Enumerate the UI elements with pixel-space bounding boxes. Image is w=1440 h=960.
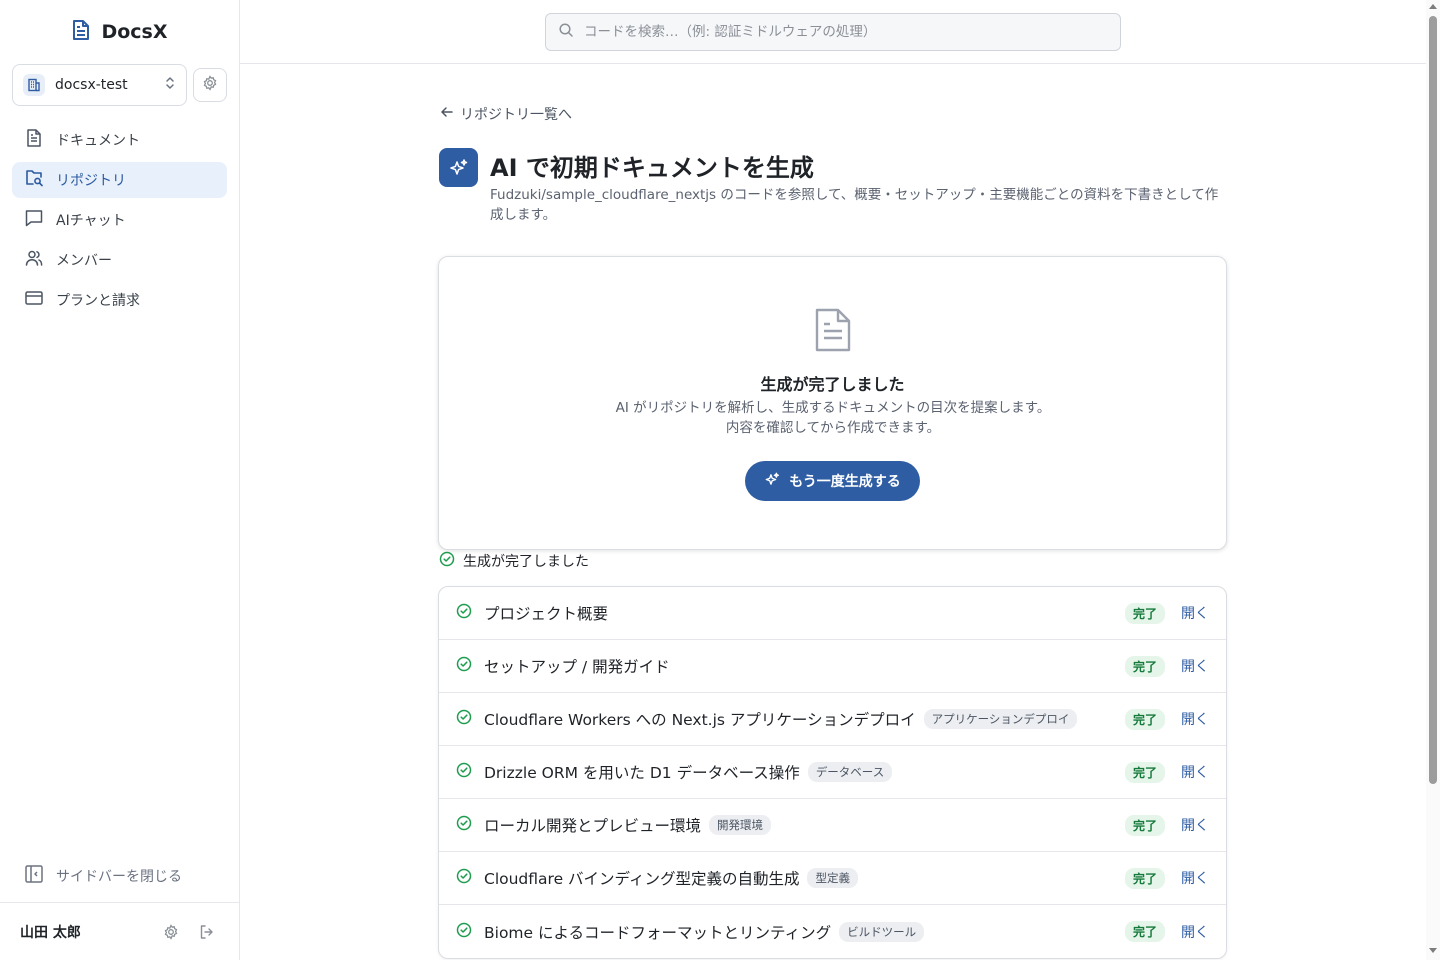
sidebar-item-documents[interactable]: ドキュメント [12,122,227,158]
check-circle-icon [456,603,472,623]
list-item: Cloudflare バインディング型定義の自動生成 型定義 完了 開く [439,852,1226,905]
list-item: Drizzle ORM を用いた D1 データベース操作 データベース 完了 開… [439,746,1226,799]
app-name: DocsX [101,21,168,43]
sidebar: DocsX docsx-test ドキュメント リポジトリ AIチャット メンバ… [0,0,240,960]
sidebar-item-billing[interactable]: プランと請求 [12,282,227,318]
doc-tag: 型定義 [807,868,858,888]
folder-search-icon [24,168,44,192]
user-footer: 山田 太郎 [0,902,239,960]
generation-status: 生成が完了しました [439,551,589,571]
gear-icon [202,75,218,95]
list-item: セットアップ / 開発ガイド 完了 開く [439,640,1226,693]
doc-title: Cloudflare Workers への Next.js アプリケーションデプ… [484,711,916,729]
open-doc-link[interactable]: 開く [1181,922,1209,942]
main-content: リポジトリ一覧へ AI で初期ドキュメントを生成 Fudzuki/sample_… [240,64,1426,960]
close-sidebar-button[interactable]: サイドバーを閉じる [12,858,227,894]
open-doc-link[interactable]: 開く [1181,709,1209,729]
check-circle-icon [456,815,472,835]
list-item: ローカル開発とプレビュー環境 開発環境 完了 開く [439,799,1226,852]
card-description: AI がリポジトリを解析し、生成するドキュメントの目次を提案します。内容を確認し… [615,400,1051,436]
open-doc-link[interactable]: 開く [1181,762,1209,782]
sparkles-icon [764,471,781,492]
list-item: プロジェクト概要 完了 開く [439,587,1226,640]
document-logo-icon [71,19,91,45]
status-badge: 完了 [1124,867,1165,889]
doc-tag: ビルドツール [839,921,925,942]
status-badge: 完了 [1124,814,1165,836]
check-circle-icon [456,709,472,729]
close-sidebar-label: サイドバーを閉じる [56,869,182,885]
workspace-select[interactable]: docsx-test [12,64,188,106]
regenerate-button-label: もう一度生成する [789,474,901,490]
sidebar-item-label: ドキュメント [56,133,140,149]
chat-bubble-icon [24,208,44,232]
document-icon [24,128,44,152]
sidebar-item-label: プランと請求 [56,293,140,309]
check-circle-icon [456,922,472,942]
status-badge: 完了 [1124,655,1165,677]
scroll-down-arrow-icon[interactable] [1429,948,1437,953]
search-input[interactable] [584,24,1108,40]
back-to-repositories-link[interactable]: リポジトリ一覧へ [440,104,572,124]
open-doc-link[interactable]: 開く [1181,603,1209,623]
status-text: 生成が完了しました [463,554,589,570]
status-badge: 完了 [1124,921,1165,942]
arrow-left-icon [440,105,454,123]
open-doc-link[interactable]: 開く [1181,815,1209,835]
doc-title: Biome によるコードフォーマットとリンティング [484,923,832,942]
building-icon [23,74,45,96]
workspace-settings-button[interactable] [193,68,227,102]
status-badge: 完了 [1124,708,1165,730]
search-icon [558,22,574,42]
check-circle-icon [456,762,472,782]
list-item: Biome によるコードフォーマットとリンティング ビルドツール 完了 開く [439,905,1226,958]
page-title: AI で初期ドキュメントを生成 [490,154,814,182]
scrollbar-thumb[interactable] [1429,16,1437,784]
sidebar-item-members[interactable]: メンバー [12,242,227,278]
doc-tag: 開発環境 [709,815,772,835]
page-scrollbar[interactable] [1426,0,1440,960]
doc-tag: アプリケーションデプロイ [923,709,1078,729]
back-link-label: リポジトリ一覧へ [460,107,572,123]
sidebar-item-ai-chat[interactable]: AIチャット [12,202,227,238]
sidebar-item-label: AIチャット [56,213,126,229]
user-name: 山田 太郎 [20,924,81,941]
topbar [240,0,1426,64]
doc-tag: データベース [807,762,893,782]
open-doc-link[interactable]: 開く [1181,868,1209,888]
check-circle-icon [439,551,455,571]
page-description: Fudzuki/sample_cloudflare_nextjs のコードを参照… [490,187,1219,223]
sidebar-collapse-icon [24,864,44,888]
code-search-box[interactable] [545,13,1121,51]
status-badge: 完了 [1124,602,1165,624]
sparkles-title-icon [439,148,478,187]
credit-card-icon [24,288,44,312]
list-item: Cloudflare Workers への Next.js アプリケーションデプ… [439,693,1226,746]
regenerate-button[interactable]: もう一度生成する [745,461,920,501]
open-doc-link[interactable]: 開く [1181,656,1209,676]
user-settings-gear-icon[interactable] [159,920,183,944]
card-title: 生成が完了しました [760,375,905,394]
document-icon [814,307,852,357]
doc-title: ローカル開発とプレビュー環境 [484,817,702,835]
sidebar-item-label: メンバー [56,253,112,269]
scroll-up-arrow-icon[interactable] [1429,4,1437,9]
workspace-name: docsx-test [55,77,128,93]
generated-docs-list: プロジェクト概要 完了 開く セットアップ / 開発ガイド 完了 開く Clou… [438,586,1227,959]
brand[interactable]: DocsX [0,0,239,64]
generation-card: 生成が完了しました AI がリポジトリを解析し、生成するドキュメントの目次を提案… [438,256,1227,550]
sidebar-nav: ドキュメント リポジトリ AIチャット メンバー プランと請求 [0,122,239,318]
doc-title: Cloudflare バインディング型定義の自動生成 [484,870,800,888]
status-badge: 完了 [1124,761,1165,783]
logout-icon[interactable] [195,920,219,944]
doc-title: プロジェクト概要 [484,605,609,623]
users-icon [24,248,44,272]
doc-title: Drizzle ORM を用いた D1 データベース操作 [484,764,800,782]
chevron-up-down-icon [164,75,176,95]
doc-title: セットアップ / 開発ガイド [484,658,670,676]
sidebar-item-repositories[interactable]: リポジトリ [12,162,227,198]
sidebar-item-label: リポジトリ [56,173,126,189]
check-circle-icon [456,868,472,888]
check-circle-icon [456,656,472,676]
